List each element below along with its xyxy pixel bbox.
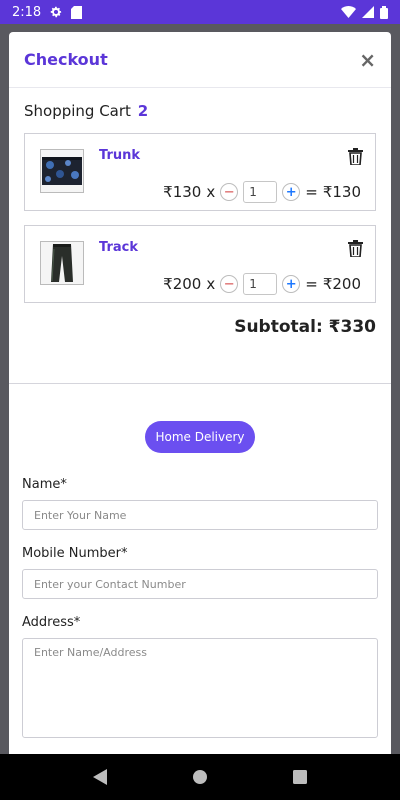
times-sign: x (206, 275, 216, 293)
modal-title: Checkout (24, 50, 108, 69)
product-image (40, 149, 84, 193)
price-row: ₹200 x − + = ₹200 (163, 273, 361, 295)
delivery-form: Name* Mobile Number* Address* (22, 477, 378, 742)
mobile-number-field[interactable] (22, 569, 378, 599)
home-icon[interactable] (192, 769, 208, 785)
equals-sign: = (305, 183, 318, 201)
line-total: ₹200 (322, 275, 361, 293)
name-field[interactable] (22, 500, 378, 530)
battery-icon (380, 5, 388, 19)
cart-count-badge: 2 (137, 102, 149, 120)
modal-header: Checkout × (9, 32, 391, 88)
increase-quantity-button[interactable]: + (282, 275, 301, 293)
home-delivery-button[interactable]: Home Delivery (145, 421, 255, 453)
product-image (40, 241, 84, 285)
cart-item: Track ₹200 x − + = ₹200 (24, 225, 376, 303)
equals-sign: = (305, 275, 318, 293)
subtotal-value: ₹330 (328, 317, 376, 337)
cart-section: Shopping Cart 2 Trunk ₹130 x − 1 + = ₹13… (9, 102, 391, 337)
section-divider (9, 383, 391, 384)
signal-icon (362, 6, 374, 18)
times-sign: x (206, 183, 216, 201)
address-field[interactable] (22, 638, 378, 738)
increase-quantity-button[interactable]: + (282, 183, 301, 201)
recents-icon[interactable] (293, 770, 308, 784)
delivery-options: Home Delivery (9, 421, 391, 453)
quantity-input[interactable] (243, 181, 278, 203)
trash-icon[interactable] (348, 240, 363, 261)
checkout-modal: Checkout × Shopping Cart 2 Trunk ₹130 x … (9, 32, 391, 754)
status-bar: 2:18 (0, 0, 400, 24)
decrease-quantity-button[interactable]: − (220, 183, 239, 201)
trash-icon[interactable] (348, 148, 363, 169)
unit-price: ₹130 (163, 183, 202, 201)
sd-card-icon (71, 5, 83, 19)
wifi-icon (341, 6, 356, 18)
cart-heading-label: Shopping Cart (24, 102, 131, 120)
gear-icon (49, 5, 63, 19)
navigation-bar (0, 754, 400, 800)
address-label: Address* (22, 615, 81, 630)
cart-heading: Shopping Cart 2 (24, 102, 376, 120)
back-icon[interactable] (92, 769, 107, 785)
subtotal-label: Subtotal: (234, 317, 323, 337)
close-button[interactable]: × (359, 50, 376, 70)
subtotal: Subtotal: ₹330 (24, 317, 376, 337)
item-name[interactable]: Trunk (99, 148, 140, 163)
quantity-input[interactable] (243, 273, 278, 295)
status-time: 2:18 (12, 4, 42, 20)
unit-price: ₹200 (163, 275, 202, 293)
mobile-label: Mobile Number* (22, 546, 128, 561)
item-name[interactable]: Track (99, 240, 138, 255)
decrease-quantity-button[interactable]: − (220, 275, 239, 293)
line-total: ₹130 (322, 183, 361, 201)
price-row: ₹130 x − + = ₹130 (163, 181, 361, 203)
cart-item: Trunk ₹130 x − + = ₹130 (24, 133, 376, 211)
name-label: Name* (22, 477, 67, 492)
